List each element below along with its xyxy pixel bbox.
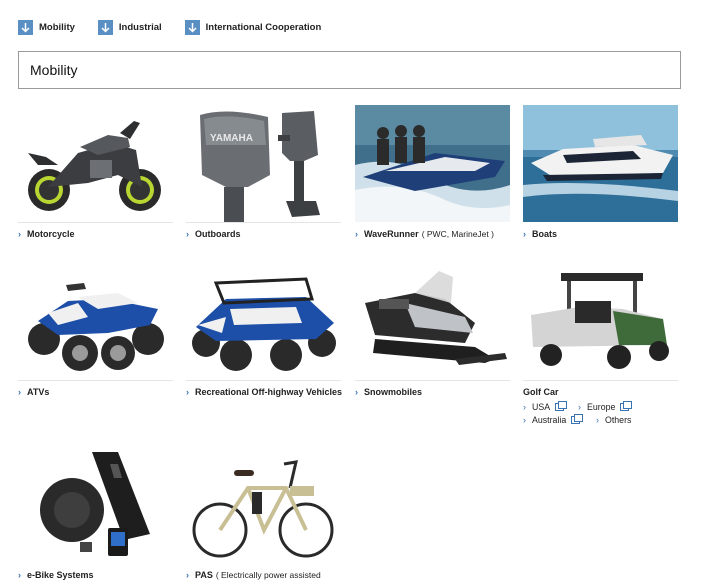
product-name: Motorcycle — [27, 229, 75, 239]
down-arrow-icon — [97, 19, 113, 35]
product-subtitle: ( PWC, MarineJet ) — [421, 229, 494, 239]
chevron-right-icon: › — [578, 402, 581, 412]
product-card-pas[interactable]: › PAS ( Electrically power assisted — [186, 448, 341, 580]
anchor-label: Mobility — [39, 21, 75, 33]
pas-bicycle-image — [186, 448, 341, 565]
product-label: › Snowmobiles — [355, 387, 422, 397]
product-label: › e-Bike Systems — [18, 570, 94, 580]
product-name: PAS — [195, 570, 213, 580]
atv-image — [18, 263, 173, 380]
link-label: Others — [605, 415, 632, 425]
golf-car-image — [523, 263, 678, 380]
product-name: WaveRunner — [364, 229, 419, 239]
card-divider — [186, 222, 341, 223]
golf-link-others[interactable]: › Others — [596, 415, 631, 425]
waverunner-image — [355, 105, 510, 222]
product-label: › WaveRunner ( PWC, MarineJet ) — [355, 229, 494, 239]
down-arrow-icon — [18, 19, 33, 35]
anchor-mobility[interactable]: Mobility — [18, 19, 75, 35]
boats-image — [523, 105, 678, 222]
product-card-rov[interactable]: › Recreational Off-highway Vehicles — [186, 263, 342, 397]
chevron-right-icon: › — [18, 229, 21, 239]
product-label: › Outboards — [186, 229, 241, 239]
product-card-boats[interactable]: › Boats — [523, 105, 678, 239]
chevron-right-icon: › — [596, 415, 599, 425]
chevron-right-icon: › — [523, 415, 526, 425]
chevron-right-icon: › — [186, 229, 189, 239]
external-link-icon — [620, 401, 633, 411]
section-title: Mobility — [18, 51, 681, 89]
chevron-right-icon: › — [523, 402, 526, 412]
rov-image — [186, 263, 341, 380]
product-name: e-Bike Systems — [27, 570, 94, 580]
product-card-motorcycle[interactable]: › Motorcycle — [18, 105, 173, 239]
card-divider — [18, 380, 173, 381]
product-name: ATVs — [27, 387, 50, 397]
external-link-icon — [571, 414, 584, 424]
product-subtitle: ( Electrically power assisted — [215, 570, 321, 580]
chevron-right-icon: › — [523, 229, 526, 239]
product-card-ebike-systems[interactable]: › e-Bike Systems — [18, 448, 173, 580]
card-divider — [186, 380, 341, 381]
product-name: Recreational Off-highway Vehicles — [195, 387, 343, 397]
product-card-waverunner[interactable]: › WaveRunner ( PWC, MarineJet ) — [355, 105, 510, 239]
product-label: › PAS ( Electrically power assisted — [186, 570, 321, 580]
product-label: › ATVs — [18, 387, 49, 397]
product-card-snowmobiles[interactable]: › Snowmobiles — [355, 263, 510, 397]
product-label: › Motorcycle — [18, 229, 75, 239]
snowmobile-image — [355, 263, 510, 380]
product-label: › Recreational Off-highway Vehicles — [186, 387, 342, 397]
ebike-system-image — [18, 448, 173, 565]
product-name: Snowmobiles — [364, 387, 423, 397]
card-divider — [523, 380, 678, 381]
product-name: Boats — [532, 229, 558, 239]
anchor-label: Industrial — [118, 21, 162, 33]
chevron-right-icon: › — [355, 229, 358, 239]
anchor-international-cooperation[interactable]: International Cooperation — [184, 19, 322, 35]
chevron-right-icon: › — [18, 570, 21, 580]
golf-link-australia[interactable]: › Australia — [523, 414, 584, 425]
golf-link-europe[interactable]: › Europe — [578, 401, 633, 412]
chevron-right-icon: › — [355, 387, 358, 397]
golf-link-usa[interactable]: › USA — [523, 401, 568, 412]
chevron-right-icon: › — [186, 570, 189, 580]
motorcycle-image — [18, 105, 173, 222]
anchor-industrial[interactable]: Industrial — [97, 19, 162, 35]
product-label: Golf Car — [523, 387, 559, 397]
product-label: › Boats — [523, 229, 557, 239]
link-label: Australia — [532, 415, 567, 425]
anchor-label: International Cooperation — [205, 21, 322, 33]
anchor-nav: Mobility Industrial International Cooper… — [18, 19, 344, 35]
chevron-right-icon: › — [18, 387, 21, 397]
external-link-icon — [555, 401, 568, 411]
chevron-right-icon: › — [186, 387, 189, 397]
card-divider — [18, 222, 173, 223]
product-name: Outboards — [195, 229, 241, 239]
outboards-image: YAMAHA — [186, 105, 341, 222]
link-label: Europe — [587, 402, 616, 412]
product-name: Golf Car — [523, 387, 559, 397]
product-card-atvs[interactable]: › ATVs — [18, 263, 173, 397]
link-label: USA — [532, 402, 551, 412]
product-card-golf-car: Golf Car — [523, 263, 678, 397]
down-arrow-icon — [184, 19, 200, 35]
card-divider — [355, 380, 510, 381]
brand-text: YAMAHA — [210, 133, 253, 144]
product-card-outboards[interactable]: YAMAHA › Outboards — [186, 105, 341, 239]
